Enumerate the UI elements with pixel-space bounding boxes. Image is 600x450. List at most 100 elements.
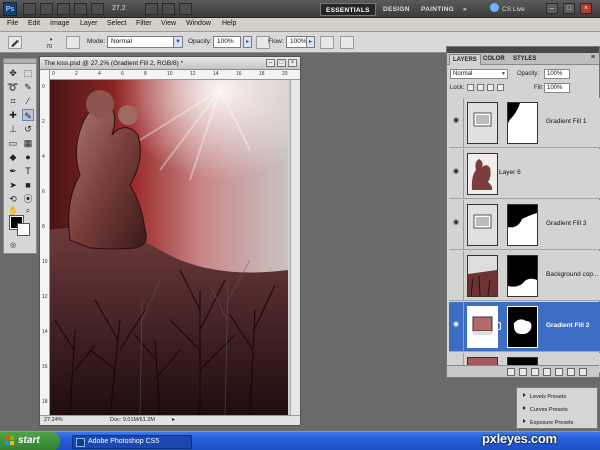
brush-tool-preset-icon[interactable] [8, 36, 22, 49]
layer-name[interactable]: Layer 6 [499, 169, 521, 176]
hand-tool-icon[interactable]: ✋ [7, 205, 19, 215]
layer-name[interactable]: Gradient Fill 1 [546, 118, 586, 125]
workspace-painting[interactable]: PAINTING [416, 3, 459, 16]
dodge-tool-icon[interactable]: ● [22, 151, 34, 163]
blend-mode-select[interactable]: Normal ▼ [450, 69, 508, 79]
background-color-swatch[interactable] [17, 223, 30, 236]
layer-name[interactable]: Gradient Fill 3 [546, 220, 586, 227]
mode-select[interactable]: Normal ▼ [107, 36, 183, 48]
arrange-documents-icon[interactable] [162, 3, 175, 15]
marquee-tool-icon[interactable]: ⬚ [22, 67, 34, 79]
shape-tool-icon[interactable]: ■ [22, 179, 34, 191]
layer-row-layer-6[interactable]: ◉ Layer 6 [449, 149, 600, 199]
airbrush-icon[interactable] [320, 36, 334, 49]
lock-all-icon[interactable] [497, 84, 504, 91]
document-minimize-icon[interactable]: – [266, 59, 275, 67]
lock-image-icon[interactable] [477, 84, 484, 91]
opacity-field[interactable]: 100% [213, 36, 241, 48]
workspace-essentials[interactable]: ESSENTIALS [320, 3, 376, 16]
document-size-info[interactable]: Doc: 9.01M/61.2M [110, 416, 155, 425]
eye-icon[interactable]: ◉ [453, 321, 461, 328]
adjustment-layer-icon[interactable] [543, 368, 551, 376]
layer-row-background-copy[interactable]: Background cop... [449, 251, 600, 301]
preset-item-exposure[interactable]: Exposure Presets [523, 419, 573, 426]
zoom-view-icon[interactable] [91, 3, 104, 15]
taskbar-item-photoshop[interactable]: Adobe Photoshop CS5 [72, 435, 192, 449]
tab-layers[interactable]: LAYERS [449, 54, 481, 65]
document-maximize-icon[interactable]: □ [277, 59, 286, 67]
add-mask-icon[interactable] [531, 368, 539, 376]
image-canvas[interactable] [50, 80, 288, 416]
layer-name[interactable]: Background cop... [546, 271, 598, 278]
gradient-tool-icon[interactable]: ▦ [22, 137, 34, 149]
workspace-design[interactable]: DESIGN [378, 3, 415, 16]
crop-tool-icon[interactable]: ⌗ [7, 95, 19, 107]
link-layers-icon[interactable] [507, 368, 515, 376]
eyedropper-tool-icon[interactable]: ⁄ [22, 95, 34, 107]
brush-panel-toggle-icon[interactable] [66, 36, 80, 49]
quick-selection-tool-icon[interactable]: ✎ [22, 81, 34, 93]
ruler-vertical[interactable]: 0 2 4 6 8 10 12 14 16 18 [40, 70, 50, 416]
minimize-button[interactable]: – [546, 3, 558, 14]
document-tab[interactable]: The kiss.psd @ 27.2% (Gradient Fill 2, R… [40, 57, 300, 70]
maximize-button[interactable]: □ [563, 3, 575, 14]
panel-menu-icon[interactable]: ≡ [591, 54, 595, 61]
3d-rotate-tool-icon[interactable]: ⟲ [7, 193, 19, 205]
layer-opacity-field[interactable]: 100% [544, 69, 570, 79]
document-close-icon[interactable]: × [288, 59, 297, 67]
pressure-size-icon[interactable] [340, 36, 354, 49]
brush-size-icon[interactable]: • [44, 35, 58, 44]
layer-row-gradient-fill-3[interactable]: ◉ Gradient Fill 3 [449, 200, 600, 250]
lock-transparent-icon[interactable] [467, 84, 474, 91]
workspace-more[interactable]: » [458, 3, 472, 16]
fill-field[interactable]: 100% [544, 83, 570, 93]
document-zoom[interactable]: 27.24% [44, 416, 63, 425]
type-tool-icon[interactable]: T [22, 165, 34, 177]
menu-layer[interactable]: Layer [80, 20, 98, 27]
eye-icon[interactable]: ◉ [453, 219, 461, 226]
menu-image[interactable]: Image [50, 20, 69, 27]
close-button[interactable]: × [580, 3, 592, 14]
tab-color[interactable]: COLOR [480, 54, 508, 65]
spot-healing-tool-icon[interactable]: ✚ [7, 109, 19, 121]
preset-item-curves[interactable]: Curves Presets [523, 406, 568, 413]
layer-row-gradient-fill-2[interactable]: ◉ Gradient Fill 2 [449, 302, 600, 352]
path-selection-tool-icon[interactable]: ➤ [7, 179, 19, 191]
history-brush-tool-icon[interactable]: ↺ [22, 123, 34, 135]
eye-icon[interactable]: ◉ [453, 117, 461, 124]
menu-help[interactable]: Help [222, 20, 236, 27]
menu-view[interactable]: View [161, 20, 176, 27]
blur-tool-icon[interactable]: ◆ [7, 151, 19, 163]
eye-icon[interactable]: ◉ [453, 168, 461, 175]
brush-tool-icon[interactable]: ✎ [22, 109, 34, 121]
mini-bridge-icon[interactable] [40, 3, 53, 15]
extras-icon[interactable] [179, 3, 192, 15]
lock-position-icon[interactable] [487, 84, 494, 91]
flow-slider-arrow-icon[interactable]: ▸ [306, 36, 315, 48]
lasso-tool-icon[interactable]: ➰ [7, 81, 19, 93]
status-menu-arrow-icon[interactable]: ▸ [172, 416, 175, 425]
layer-style-icon[interactable] [519, 368, 527, 376]
layer-name[interactable]: Gradient Fill 2 [546, 322, 589, 329]
trash-icon[interactable] [579, 368, 587, 376]
hand-view-icon[interactable] [74, 3, 87, 15]
opacity-slider-arrow-icon[interactable]: ▸ [243, 36, 252, 48]
new-group-icon[interactable] [555, 368, 563, 376]
preset-item-levels[interactable]: Levels Presets [523, 393, 566, 400]
cs-live-menu[interactable]: CS Live [490, 3, 525, 16]
quick-mask-icon[interactable]: ◎ [7, 240, 19, 250]
layer-row-gradient-fill-1[interactable]: ◉ Gradient Fill 1 [449, 98, 600, 148]
3d-orbit-tool-icon[interactable]: ⦿ [22, 193, 34, 205]
guides-icon[interactable] [57, 3, 70, 15]
tab-styles[interactable]: STYLES [510, 54, 539, 65]
menu-select[interactable]: Select [107, 20, 126, 27]
vertical-scrollbar[interactable] [290, 80, 300, 416]
menu-window[interactable]: Window [186, 20, 211, 27]
bridge-icon[interactable] [23, 3, 36, 15]
start-button[interactable]: start [0, 432, 60, 450]
tools-panel-grip[interactable] [4, 59, 36, 64]
menu-file[interactable]: File [7, 20, 18, 27]
new-layer-icon[interactable] [567, 368, 575, 376]
menu-filter[interactable]: Filter [136, 20, 152, 27]
menu-edit[interactable]: Edit [28, 20, 40, 27]
